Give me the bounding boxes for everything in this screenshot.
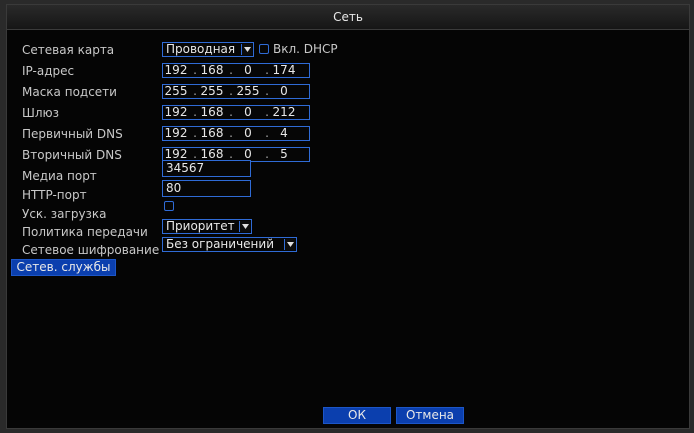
ip-dot: . [229,105,233,119]
gateway-octet-4: 212 [272,105,296,119]
fast-download-label: Уск. загрузка [22,207,107,221]
ip-dot: . [193,126,197,140]
ip-dot: . [229,126,233,140]
network-encryption-value: Без ограничений [166,238,274,251]
transfer-policy-value: Приоритет к [166,220,239,233]
chevron-down-icon [239,221,250,232]
ip-octet-3: 0 [244,63,252,77]
dhcp-label: Вкл. DHCP [273,42,338,56]
dns1-octet-4: 4 [280,126,288,140]
ip-octet-2: 168 [200,63,224,77]
ip-dot: . [229,63,233,77]
subnet-mask-label: Маска подсети [22,85,117,99]
dns1-octet-3: 0 [244,126,252,140]
gateway-label: Шлюз [22,106,59,120]
network-card-value: Проводная [166,43,236,56]
network-services-button[interactable]: Сетев. службы [11,259,116,276]
secondary-dns-label: Вторичный DNS [22,148,122,162]
fast-download-checkbox[interactable] [164,201,174,211]
chevron-down-icon [241,44,252,55]
network-encryption-label: Сетевое шифрование [22,243,160,257]
ip-dot: . [193,84,197,98]
gateway-input[interactable]: 192 . 168 . 0 . 212 [162,105,310,120]
gateway-octet-1: 192 [164,105,188,119]
ip-dot: . [265,126,269,140]
mask-octet-3: 255 [236,84,260,98]
dns2-octet-4: 5 [280,147,288,161]
title-bar: Сеть [7,5,689,30]
media-port-label: Медиа порт [22,169,97,183]
gateway-octet-2: 168 [200,105,224,119]
gateway-octet-3: 0 [244,105,252,119]
ip-dot: . [265,84,269,98]
ip-octet-4: 174 [272,63,296,77]
http-port-input[interactable]: 80 [162,180,251,197]
ip-octet-1: 192 [164,63,188,77]
ip-dot: . [265,147,269,161]
subnet-mask-input[interactable]: 255 . 255 . 255 . 0 [162,84,310,99]
ip-dot: . [265,105,269,119]
dns1-octet-1: 192 [164,126,188,140]
ip-address-label: IP-адрес [22,64,75,78]
ip-dot: . [229,84,233,98]
media-port-input[interactable]: 34567 [162,160,251,177]
mask-octet-4: 0 [280,84,288,98]
dhcp-checkbox[interactable] [259,44,269,54]
network-card-label: Сетевая карта [22,43,115,57]
transfer-policy-label: Политика передачи [22,225,148,239]
dns1-octet-2: 168 [200,126,224,140]
ip-address-input[interactable]: 192 . 168 . 0 . 174 [162,63,310,78]
network-settings-window: Сеть Сетевая карта Проводная Вкл. DHCP I… [6,4,690,429]
cancel-button[interactable]: Отмена [396,407,464,424]
ip-dot: . [193,63,197,77]
ip-dot: . [193,105,197,119]
mask-octet-2: 255 [200,84,224,98]
http-port-label: HTTP-порт [22,188,87,202]
ok-button[interactable]: ОК [323,407,391,424]
network-encryption-select[interactable]: Без ограничений [162,237,297,252]
chevron-down-icon [284,239,295,250]
transfer-policy-select[interactable]: Приоритет к [162,219,252,234]
window-title: Сеть [333,10,363,24]
network-card-select[interactable]: Проводная [162,42,254,57]
ip-dot: . [265,63,269,77]
primary-dns-input[interactable]: 192 . 168 . 0 . 4 [162,126,310,141]
primary-dns-label: Первичный DNS [22,127,123,141]
mask-octet-1: 255 [164,84,188,98]
